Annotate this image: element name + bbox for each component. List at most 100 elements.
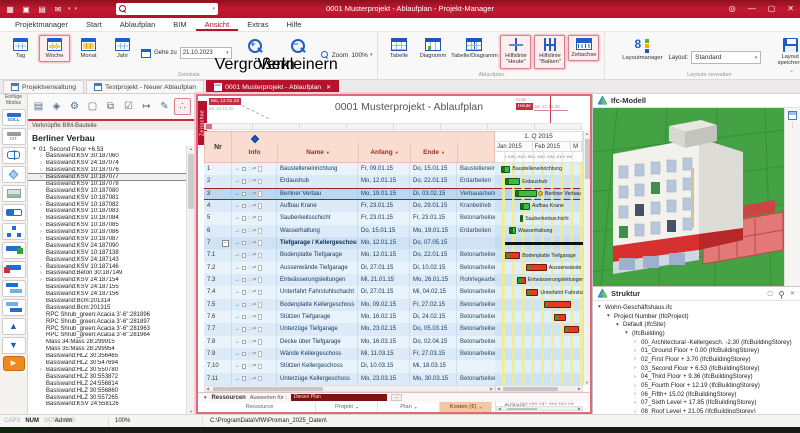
layoutmanager-button[interactable]: 8 Layoutmanager — [619, 35, 665, 64]
table-horizontal-scrollbar[interactable]: ◀ ▶ — [204, 385, 495, 392]
monat-button[interactable]: Monat — [73, 35, 104, 62]
bim-tree-item[interactable]: ›Basiswand:KSV 10:187085 — [28, 222, 186, 229]
print-icon[interactable]: ▤ — [36, 3, 48, 15]
gantt-bar[interactable] — [517, 277, 525, 284]
structure-tree-item[interactable]: ›06_Fifth+ 15.02 (IfcBuildingStorey) — [596, 390, 800, 399]
scroll-left-icon[interactable]: ◀ — [498, 406, 501, 411]
bim-tree-item[interactable]: ›Basiswand:KSV 10:187076 — [28, 167, 186, 174]
structure-tree-item[interactable]: ›05_Fourth Floor + 12.19 (IfcBuildingSto… — [596, 381, 800, 390]
gantt-task-row[interactable]: 7.10→∴⇄Stützen KellergeschossDi, 10.03.1… — [204, 360, 495, 372]
structure-tree-item[interactable]: ▾Default (IfcSite) — [596, 320, 800, 329]
structure-tree-item[interactable]: ›02_First Floor + 3.70 (IfcBuildingStore… — [596, 355, 800, 364]
column-nr[interactable]: Nr — [205, 132, 232, 162]
image-annotation-button[interactable] — [2, 185, 26, 202]
export-icon[interactable]: ↦ — [138, 98, 155, 115]
menu-item-extras[interactable]: Extras — [238, 18, 277, 31]
bim-tree-item[interactable]: ›Basiswand:KSV 10:187082 — [28, 201, 186, 208]
bim-tree-item[interactable]: Basiswand:HLZ 30:356465 — [28, 353, 186, 360]
bim-tree-item[interactable]: ›Basiswand:KSV 30:187060 — [28, 153, 186, 160]
app-menu-icon[interactable]: ▦ — [4, 3, 16, 15]
bim-tree-item[interactable]: Basiswand:KSV 24:187090 — [28, 242, 186, 249]
bim-tree-item[interactable]: Mass 35:Mass 28:299954 — [28, 346, 186, 353]
structure-tree-item[interactable]: ›08_Roof Level + 21.05 (IfcBuildingStore… — [596, 407, 800, 413]
remove-task-button[interactable] — [2, 261, 26, 278]
gantt-bar[interactable] — [505, 252, 520, 259]
scroll-up-icon[interactable]: ▲ — [187, 146, 195, 151]
gantt-task-row[interactable]: 3→∴⇄Berliner VerbauMo, 19.01.15Di, 03.02… — [204, 188, 495, 200]
gantt-task-row[interactable]: 4→∴⇄Aufbau KraneFr, 23.01.15Do, 29.01.15… — [204, 200, 495, 212]
jahr-button[interactable]: Jahr — [107, 35, 138, 62]
evaluation-scope-box[interactable]: Diesen Plan — [291, 394, 387, 401]
document-tab[interactable]: Testprojekt - Neuer Ablaufplan — [86, 80, 204, 93]
gantt-task-row[interactable]: 7.5→∴⇄Bodenplatte KellergeschossMo, 09.0… — [204, 299, 495, 311]
save-icon[interactable]: ▣ — [20, 3, 32, 15]
bim-tree-item[interactable]: Basiswand:KSV 10:187081 — [28, 194, 186, 201]
scroll-thumb[interactable] — [213, 387, 323, 391]
ribbon-collapse-icon[interactable]: ⌃ — [789, 70, 794, 77]
gantt-task-row[interactable]: 7.11→∴⇄Unterzüge KellergeschossMo, 23.03… — [204, 373, 495, 385]
gantt-bar[interactable] — [505, 178, 520, 185]
structure-tree-item[interactable]: ›01_Ground Floor + 0.00 (IfcBuildingStor… — [596, 346, 800, 355]
gantt-bar[interactable] — [520, 215, 523, 222]
hilfslinie-heute-button[interactable]: Hilfslinie "Heute" — [500, 35, 531, 69]
help-button[interactable]: ◎ — [729, 3, 736, 15]
milestone-button[interactable] — [2, 166, 26, 183]
bim-tree-item[interactable]: Basiswand:HLZ 24:556814 — [28, 380, 186, 387]
bim-tree-item[interactable]: Basiswand:Bcm:201314 — [28, 298, 186, 305]
checkbox-icon[interactable] — [242, 179, 247, 184]
structure-tree-item[interactable]: ›00_Architectural -Kellergesch. -2.30 (I… — [596, 338, 800, 347]
checkbox-icon[interactable] — [242, 290, 247, 295]
checkbox-icon[interactable] — [242, 204, 247, 209]
bim-tree-item[interactable]: Basiswand:KSV 24:187156 — [28, 291, 186, 298]
checkbox-icon[interactable] — [242, 315, 247, 320]
clipboard-icon[interactable]: ▤ — [30, 98, 47, 115]
hilfslinie-balken-button[interactable]: Hilfslinie "Balken" — [534, 35, 565, 69]
bim-tree-item[interactable]: ›Basiswand:HLZ 30:550780 — [28, 367, 186, 374]
bim-tree-item[interactable]: Basiswand:Bcm:201315 — [28, 304, 186, 311]
gantt-task-row[interactable]: 2→∴⇄ErdaushubMo, 12.01.15Do, 22.01.15Erd… — [204, 175, 495, 187]
global-search-input[interactable]: ▾ — [116, 3, 218, 15]
bim-tree-item[interactable]: RPC Shrub_green:Acacia 3'-6":281963 — [28, 325, 186, 332]
bim-tree-item[interactable]: Basiswand:KSV 10:187083 — [28, 208, 186, 215]
bim-tree-item[interactable]: Basiswand:KSV 10:187138 — [28, 249, 186, 256]
maximize-button[interactable]: ▢ — [768, 3, 776, 15]
checkbox-icon[interactable] — [242, 327, 247, 332]
monitor-icon[interactable]: ▢ — [84, 98, 101, 115]
bim-tree-item[interactable]: Basiswand:KSV 24:187155 — [28, 284, 186, 291]
gantt-task-row[interactable]: 5→∴⇄SauberkeitsschichtFr, 23.01.15Fr, 23… — [204, 212, 495, 224]
scroll-down-icon[interactable]: ▼ — [584, 380, 590, 385]
unlink-tasks-button[interactable] — [2, 299, 26, 316]
bim-tree-item[interactable]: ›Basiswand:KSV 24:187154 — [28, 277, 186, 284]
checkbox-icon[interactable] — [242, 266, 247, 271]
gantt-task-row[interactable]: 7.2→∴⇄Aussenwände TiefgarageDi, 27.01.15… — [204, 262, 495, 274]
resources-collapse-icon[interactable]: ▼ — [203, 395, 207, 400]
undo-dropdown-icon[interactable]: ▾ — [68, 6, 71, 12]
checkbox-icon[interactable] — [242, 229, 247, 234]
summary-structure-button[interactable] — [2, 223, 26, 240]
bim-tree-item[interactable]: Basiswand:KSV 24:187143 — [28, 256, 186, 263]
checkbox-icon[interactable] — [242, 216, 247, 221]
gantt-bar[interactable] — [526, 289, 539, 296]
run-button[interactable]: ▶ — [3, 356, 25, 371]
float-panel-icon[interactable]: ▢ — [767, 290, 773, 297]
gantt-bar[interactable] — [501, 166, 511, 173]
timeline-overview-strip[interactable] — [204, 123, 582, 130]
bim-tree-item[interactable]: Basiswand:HLZ 30:556860 — [28, 387, 186, 394]
gantt-bar[interactable] — [526, 264, 547, 271]
chart-horizontal-scrollbar[interactable]: ◀ ▶ — [495, 385, 583, 392]
gantt-bar[interactable] — [564, 326, 579, 333]
gantt-bar[interactable] — [515, 190, 537, 197]
settings-gear-icon[interactable]: ⚙ — [66, 98, 83, 115]
bim-tree-item[interactable]: ›Basiswand:Beton 30:187149 — [28, 270, 186, 277]
close-button[interactable]: ✕ — [787, 3, 794, 15]
bim-tree-item[interactable]: Mass 34:Mass 28:299915 — [28, 339, 186, 346]
bim-tree-item[interactable]: Basiswand:HLZ 30:557265 — [28, 394, 186, 401]
bim-tree-item[interactable]: ›Basiswand:KSV 10:187086 — [28, 229, 186, 236]
pin-icon[interactable] — [779, 291, 784, 296]
redo-dropdown-icon[interactable]: ▾ — [75, 6, 78, 12]
column-ende[interactable]: Ende▼ — [410, 143, 457, 162]
scroll-up-icon[interactable]: ▲ — [584, 131, 590, 136]
ist-mode-button[interactable]: IST — [2, 128, 26, 145]
bim-tree-item[interactable]: ›Basiswand:KSV 10:187087 — [28, 236, 186, 243]
tabelle-diagramm-button[interactable]: Tabelle/Diagramm — [451, 35, 497, 62]
